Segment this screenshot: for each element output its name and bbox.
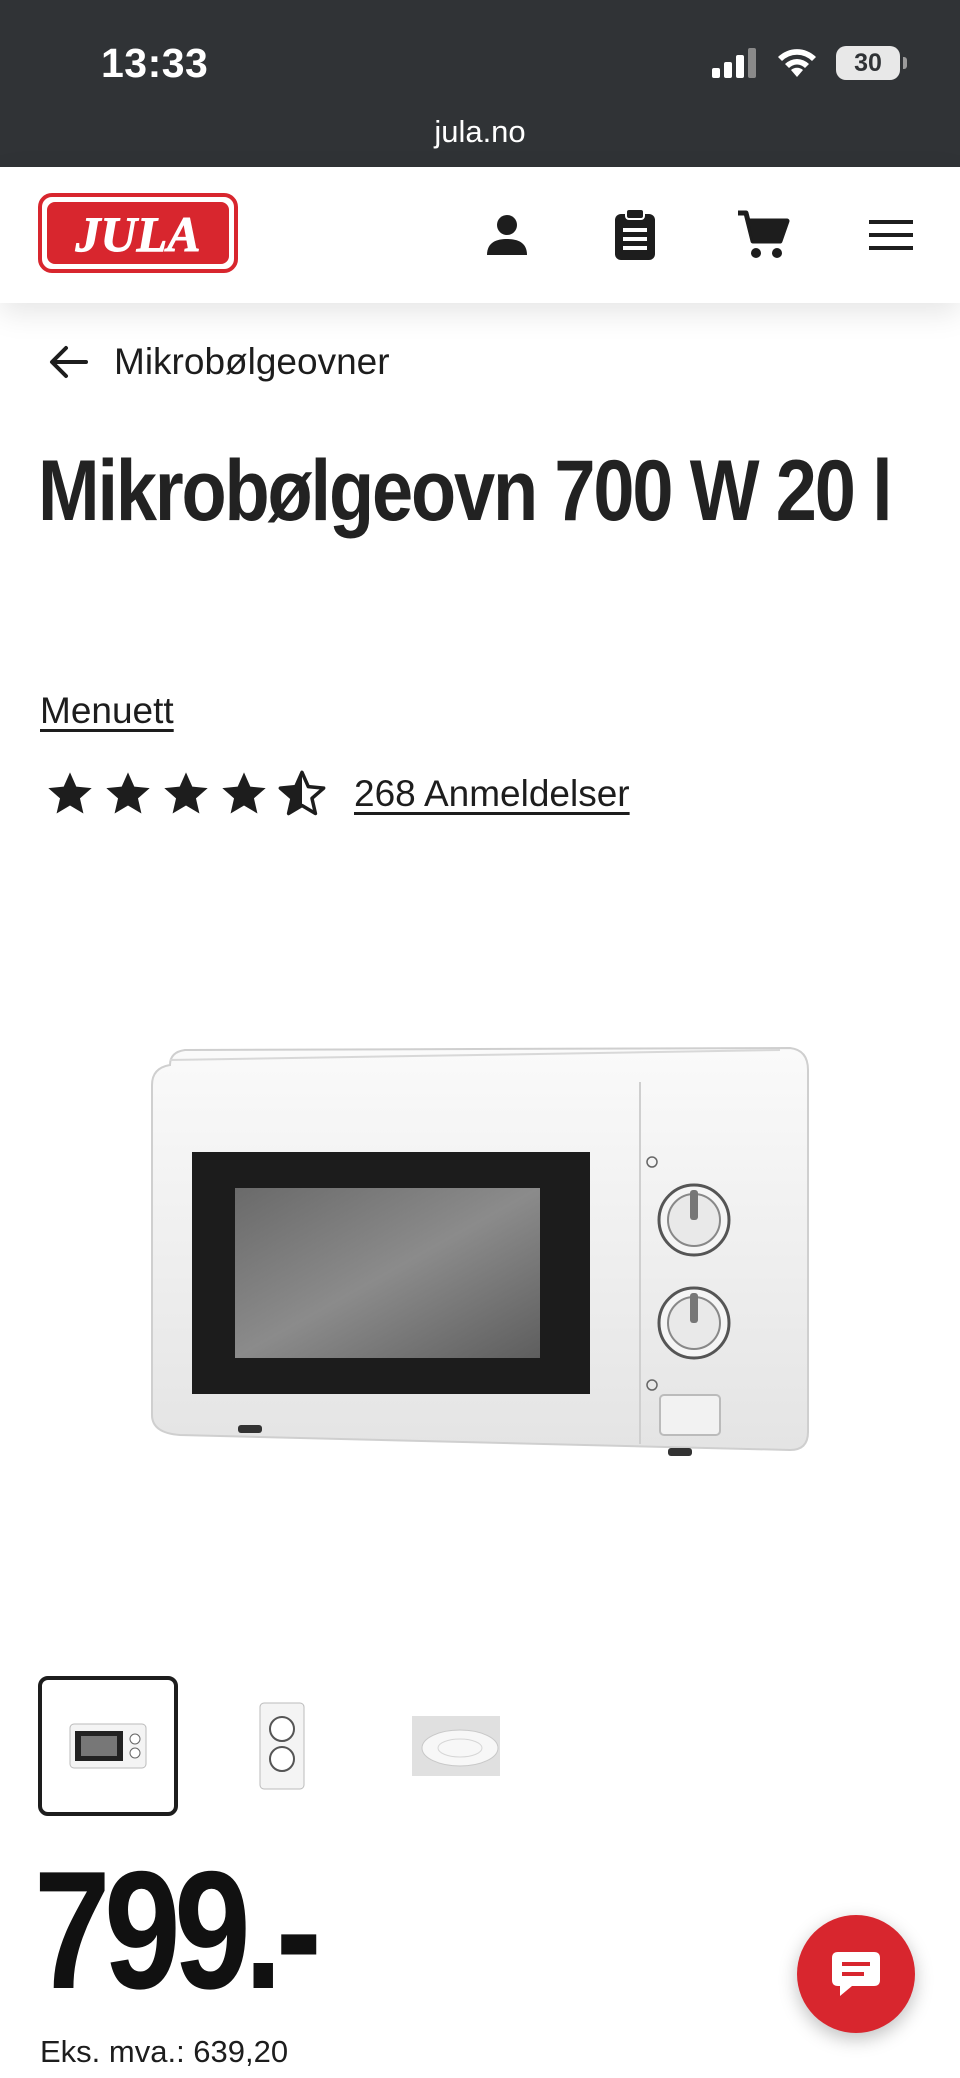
breadcrumb[interactable]: Mikrobølgeovner: [48, 332, 390, 392]
menu-icon[interactable]: [861, 205, 921, 265]
jula-logo[interactable]: JULA: [38, 193, 238, 273]
site-header: JULA: [0, 167, 960, 303]
rating-row[interactable]: 268 Anmeldelser: [44, 764, 630, 824]
browser-chrome: 13:33 30 jula.no: [0, 0, 960, 167]
reviews-link[interactable]: 268 Anmeldelser: [354, 773, 630, 815]
star-icon: [222, 772, 266, 814]
svg-text:JULA: JULA: [75, 206, 201, 262]
product-price: 799.-: [34, 1836, 322, 2024]
thumbnail-control-panel[interactable]: [212, 1676, 352, 1816]
half-star-icon: [278, 770, 326, 816]
wifi-icon: [778, 49, 816, 77]
cellular-signal-icon: [712, 48, 756, 78]
shopping-list-icon[interactable]: [605, 205, 665, 265]
brand-link[interactable]: Menuett: [40, 690, 174, 732]
battery-icon: 30: [836, 46, 907, 80]
back-arrow-icon[interactable]: [48, 344, 88, 380]
product-image[interactable]: [140, 1040, 820, 1460]
star-icon: [48, 772, 92, 814]
cart-icon[interactable]: [733, 205, 793, 265]
status-time: 13:33: [101, 40, 209, 86]
chat-icon: [832, 1952, 880, 1996]
product-title: Mikrobølgeovn 700 W 20 l: [38, 443, 893, 539]
thumbnail-turntable[interactable]: [386, 1676, 526, 1816]
thumbnail-front[interactable]: [38, 1676, 178, 1816]
status-icons: 30: [712, 44, 907, 82]
star-icon: [164, 772, 208, 814]
account-icon[interactable]: [477, 205, 537, 265]
star-rating: [44, 768, 328, 820]
price-excl-vat: Eks. mva.: 639,20: [40, 2034, 289, 2069]
breadcrumb-label[interactable]: Mikrobølgeovner: [114, 341, 390, 383]
thumbnail-strip: [38, 1676, 560, 1816]
address-bar[interactable]: jula.no: [0, 114, 960, 150]
star-icon: [106, 772, 150, 814]
chat-button[interactable]: [797, 1915, 915, 2033]
